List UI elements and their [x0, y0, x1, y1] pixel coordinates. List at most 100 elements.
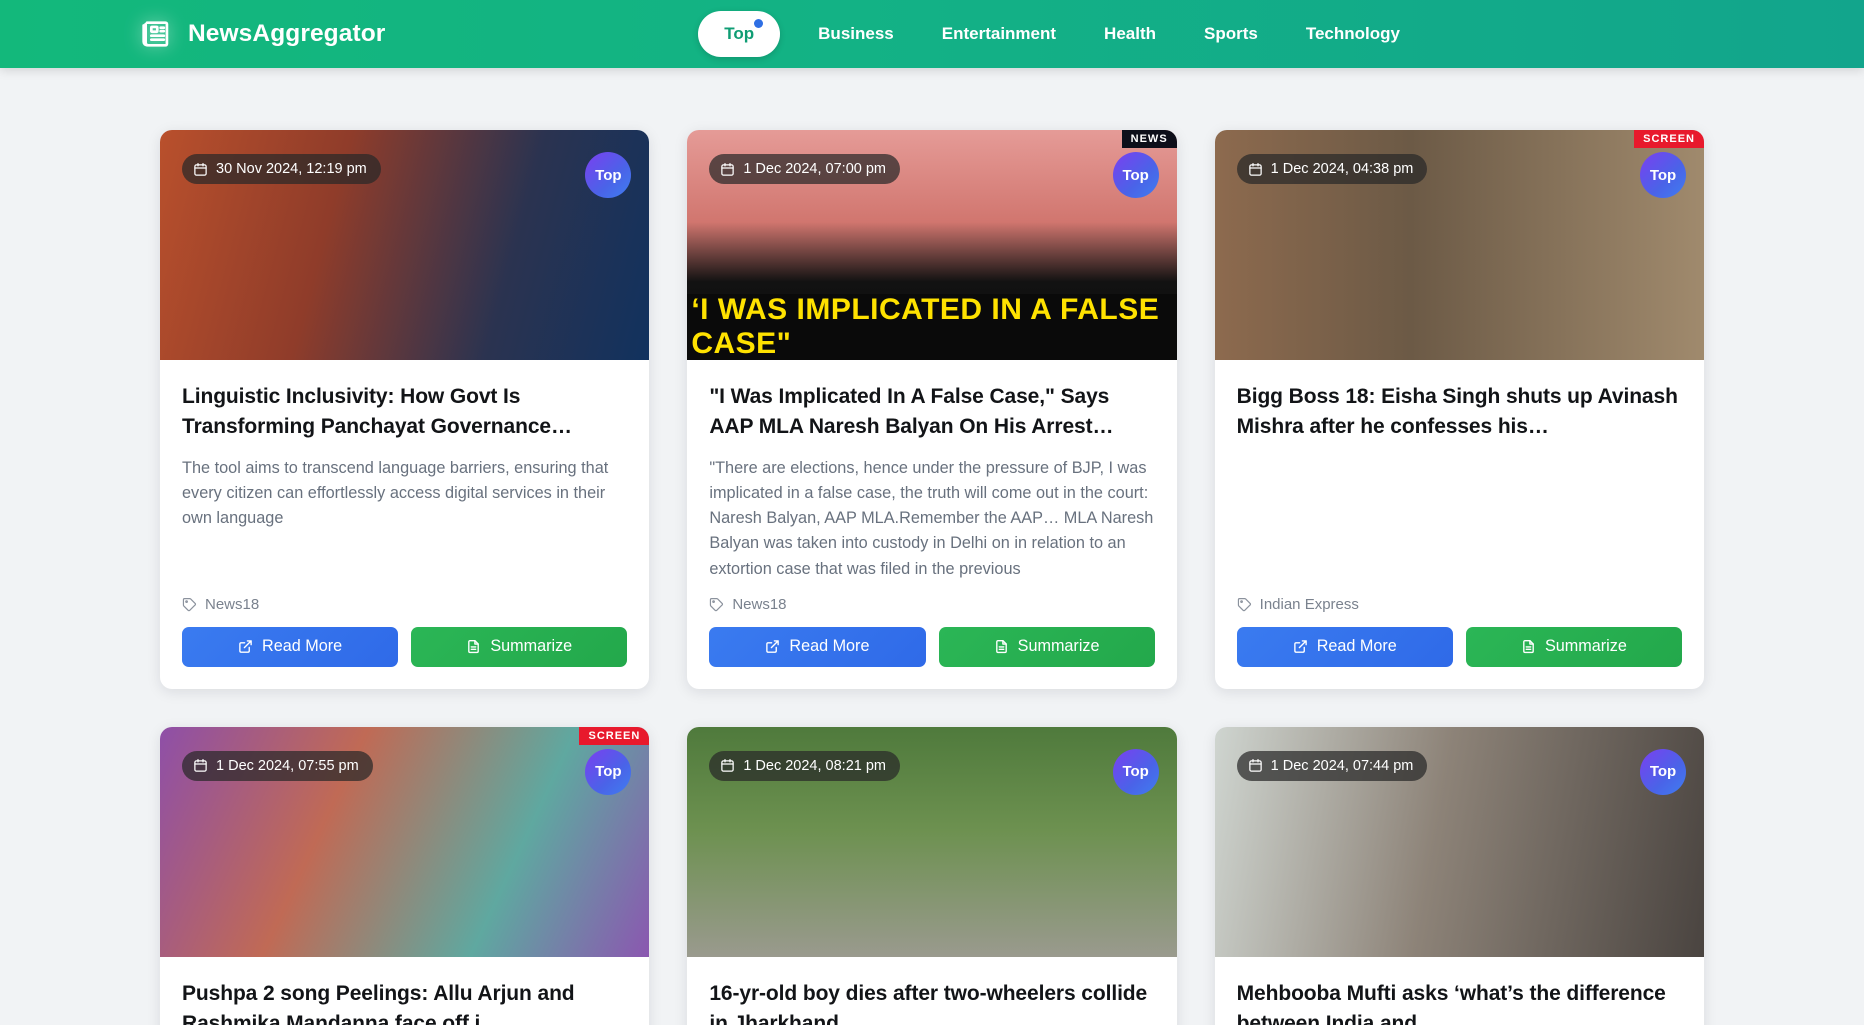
article-body: Bigg Boss 18: Eisha Singh shuts up Avina…: [1215, 360, 1704, 627]
external-link-icon: [1293, 640, 1307, 654]
read-more-button[interactable]: Read More: [182, 626, 399, 667]
tag-icon: [710, 597, 724, 612]
top-badge: Top: [1640, 748, 1686, 795]
article-source: News18: [182, 596, 627, 627]
read-more-label: Read More: [262, 637, 343, 656]
external-link-icon: [766, 640, 780, 654]
nav-item-technology[interactable]: Technology: [1282, 0, 1424, 68]
date-badge: 1 Dec 2024, 07:00 pm: [709, 154, 901, 184]
article-source: Indian Express: [1237, 596, 1682, 627]
date-badge: 30 Nov 2024, 12:19 pm: [182, 154, 381, 184]
newspaper-icon: [142, 21, 169, 47]
calendar-icon: [194, 162, 207, 176]
article-card[interactable]: SCREEN 1 Dec 2024, 07:55 pm Top Pushpa 2…: [160, 726, 650, 1025]
summarize-label: Summarize: [1017, 637, 1100, 656]
top-badge: Top: [585, 748, 632, 795]
article-actions: Read More Summarize: [687, 626, 1176, 689]
calendar-icon: [721, 162, 735, 176]
article-image: SCREEN 1 Dec 2024, 07:55 pm Top: [160, 726, 650, 957]
calendar-icon: [721, 759, 735, 773]
date-text: 1 Dec 2024, 07:55 pm: [216, 757, 359, 774]
app-header: NewsAggregator Top Business Entertainmen…: [0, 0, 1864, 68]
article-title: 16-yr-old boy dies after two-wheelers co…: [709, 981, 1148, 1025]
nav-item-sports[interactable]: Sports: [1180, 0, 1282, 68]
article-body: "I Was Implicated In A False Case," Says…: [687, 360, 1176, 627]
image-watermark: SCREEN: [1634, 130, 1704, 148]
date-badge: 1 Dec 2024, 07:44 pm: [1236, 750, 1428, 781]
date-text: 30 Nov 2024, 12:19 pm: [216, 161, 367, 177]
document-icon: [468, 640, 480, 654]
article-card[interactable]: NEWS ‘I WAS IMPLICATED IN A FALSE CASE" …: [687, 130, 1177, 689]
tag-icon: [182, 597, 197, 612]
top-badge: Top: [1112, 152, 1159, 198]
calendar-icon: [1248, 162, 1262, 176]
document-icon: [1523, 640, 1534, 654]
read-more-label: Read More: [789, 637, 870, 656]
tag-icon: [1237, 597, 1251, 612]
nav-item-health[interactable]: Health: [1080, 0, 1180, 68]
article-image: SCREEN 1 Dec 2024, 04:38 pm Top: [1214, 130, 1704, 360]
nav-item-entertainment[interactable]: Entertainment: [918, 0, 1080, 68]
date-text: 1 Dec 2024, 07:00 pm: [743, 161, 887, 177]
notification-dot-icon: [754, 19, 764, 28]
date-text: 1 Dec 2024, 07:44 pm: [1270, 757, 1414, 774]
article-image: NEWS ‘I WAS IMPLICATED IN A FALSE CASE" …: [687, 130, 1177, 360]
top-badge: Top: [1112, 748, 1159, 795]
article-body: Pushpa 2 song Peelings: Allu Arjun and R…: [160, 957, 649, 1025]
image-watermark: SCREEN: [579, 726, 650, 745]
article-title: Linguistic Inclusivity: How Govt Is Tran…: [182, 385, 572, 438]
article-title: Pushpa 2 song Peelings: Allu Arjun and R…: [182, 981, 575, 1025]
image-watermark: NEWS: [1121, 130, 1177, 148]
article-source-label: News18: [732, 595, 787, 613]
summarize-button[interactable]: Summarize: [938, 626, 1155, 667]
date-badge: 1 Dec 2024, 04:38 pm: [1236, 154, 1428, 184]
brand-title: NewsAggregator: [188, 20, 386, 47]
date-badge: 1 Dec 2024, 07:55 pm: [182, 750, 373, 781]
external-link-icon: [239, 640, 252, 654]
top-badge: Top: [585, 152, 632, 198]
article-body: Linguistic Inclusivity: How Govt Is Tran…: [160, 360, 649, 627]
date-text: 1 Dec 2024, 04:38 pm: [1270, 161, 1414, 177]
top-badge: Top: [1640, 152, 1686, 198]
brand-logo[interactable]: NewsAggregator: [140, 16, 385, 52]
calendar-icon: [194, 759, 207, 773]
article-title: Mehbooba Mufti asks ‘what’s the differen…: [1236, 981, 1666, 1025]
document-icon: [995, 640, 1007, 654]
article-image: 1 Dec 2024, 07:44 pm Top: [1214, 726, 1704, 957]
main-content: 30 Nov 2024, 12:19 pm Top Linguistic Inc…: [0, 68, 1864, 1025]
read-more-button[interactable]: Read More: [1236, 626, 1453, 667]
read-more-button[interactable]: Read More: [709, 626, 926, 667]
article-actions: Read More Summarize: [160, 626, 649, 689]
article-grid: 30 Nov 2024, 12:19 pm Top Linguistic Inc…: [160, 130, 1704, 1025]
article-card[interactable]: 1 Dec 2024, 07:44 pm Top Mehbooba Mufti …: [1214, 726, 1704, 1025]
article-source-label: Indian Express: [1259, 595, 1359, 613]
article-actions: Read More Summarize: [1215, 626, 1704, 689]
image-banner-text: ‘I WAS IMPLICATED IN A FALSE CASE": [687, 294, 1177, 360]
summarize-button[interactable]: Summarize: [1465, 626, 1682, 667]
article-description: The tool aims to transcend language barr…: [182, 458, 609, 528]
read-more-label: Read More: [1316, 637, 1397, 656]
date-text: 1 Dec 2024, 08:21 pm: [743, 757, 887, 774]
summarize-label: Summarize: [1544, 637, 1627, 656]
nav-item-top[interactable]: Top: [698, 11, 781, 57]
article-title: "I Was Implicated In A False Case," Says…: [709, 385, 1114, 438]
article-body: Mehbooba Mufti asks ‘what’s the differen…: [1215, 957, 1704, 1025]
date-badge: 1 Dec 2024, 08:21 pm: [709, 750, 901, 781]
article-title: Bigg Boss 18: Eisha Singh shuts up Avina…: [1236, 385, 1678, 438]
article-image: 1 Dec 2024, 08:21 pm Top: [687, 726, 1177, 957]
article-card[interactable]: SCREEN 1 Dec 2024, 04:38 pm Top Bigg Bos…: [1214, 130, 1704, 689]
article-body: 16-yr-old boy dies after two-wheelers co…: [687, 957, 1176, 1025]
nav-item-business[interactable]: Business: [794, 0, 918, 68]
nav-item-label: Top: [724, 24, 755, 43]
summarize-button[interactable]: Summarize: [411, 626, 628, 667]
article-card[interactable]: 1 Dec 2024, 08:21 pm Top 16-yr-old boy d…: [687, 726, 1177, 1025]
article-source-label: News18: [205, 595, 260, 613]
article-source: News18: [709, 596, 1154, 627]
article-card[interactable]: 30 Nov 2024, 12:19 pm Top Linguistic Inc…: [160, 130, 650, 689]
summarize-label: Summarize: [490, 637, 573, 656]
calendar-icon: [1248, 759, 1262, 773]
article-image: 30 Nov 2024, 12:19 pm Top: [160, 130, 650, 360]
